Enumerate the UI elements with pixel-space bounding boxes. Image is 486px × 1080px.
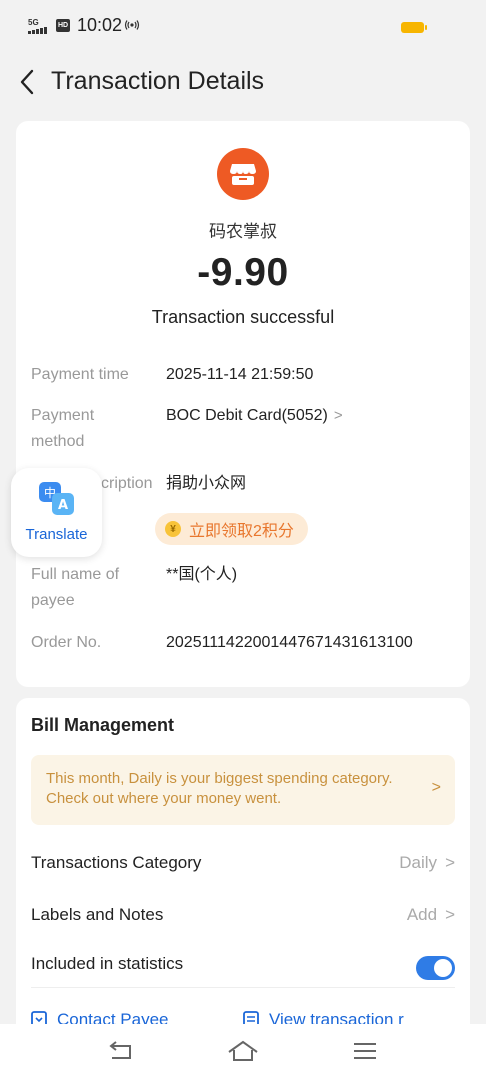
payment-method-label: Payment method	[31, 407, 95, 450]
claim-points-button[interactable]: ¥ 立即领取2积分	[155, 513, 308, 545]
chevron-right-icon: >	[333, 407, 343, 424]
payment-method-value[interactable]: BOC Debit Card(5052) >	[166, 403, 343, 429]
transaction-status: Transaction successful	[151, 307, 335, 327]
transactions-category-row[interactable]: Transactions Category Daily >	[31, 843, 455, 883]
order-no-label: Order No.	[31, 634, 102, 651]
payment-time-label: Payment time	[31, 366, 129, 383]
divider	[31, 987, 455, 988]
bill-management-title: Bill Management	[31, 715, 175, 735]
translate-label: Translate	[25, 526, 88, 543]
network-type: 5G	[28, 18, 39, 27]
translate-icon: 中 A	[39, 482, 74, 515]
chevron-right-icon: >	[431, 779, 441, 796]
payment-method-text: BOC Debit Card(5052)	[166, 407, 328, 424]
svg-text:A: A	[58, 498, 68, 513]
transaction-amount: -9.90	[197, 251, 289, 294]
translate-button[interactable]: 中 A Translate	[11, 468, 102, 557]
nfc-icon	[124, 19, 140, 34]
page-title: Transaction Details	[51, 67, 265, 95]
claim-points-label: 立即领取2积分	[189, 523, 294, 540]
payee-name-value: **国(个人)	[166, 566, 238, 583]
statistics-toggle[interactable]	[416, 956, 455, 980]
statistics-label: Included in statistics	[31, 954, 184, 973]
home-nav-button[interactable]	[227, 1038, 259, 1064]
labels-notes-row[interactable]: Labels and Notes Add >	[31, 895, 455, 935]
back-nav-icon	[109, 1041, 131, 1059]
transaction-card: 码农掌叔 -9.90 Transaction successful Paymen…	[16, 121, 470, 687]
banner-text: This month, Daily is your biggest spendi…	[46, 770, 393, 807]
store-icon	[217, 148, 269, 200]
transactions-category-value: Daily >	[399, 853, 455, 872]
description-value: 捐助小众网	[166, 475, 247, 492]
clock: 10:02	[77, 15, 123, 35]
payment-time-value: 2025-11-14 21:59:50	[166, 366, 314, 383]
description-label: cription	[101, 475, 153, 492]
chevron-left-icon	[20, 69, 34, 95]
system-nav-bar	[0, 1024, 486, 1080]
header: Transaction Details	[0, 56, 486, 110]
hd-icon: HD	[56, 19, 70, 32]
signal-icon: 5G	[28, 18, 50, 34]
spending-insight-banner[interactable]: This month, Daily is your biggest spendi…	[31, 755, 455, 825]
back-button[interactable]	[14, 66, 40, 98]
labels-notes-value: Add >	[406, 905, 455, 924]
home-nav-icon	[228, 1040, 258, 1061]
status-bar: 5G HD 10:02	[0, 0, 486, 56]
labels-notes-label: Labels and Notes	[31, 905, 164, 924]
bill-management-card: Bill Management This month, Daily is you…	[16, 698, 470, 1038]
order-no-value: 2025111422001447671431613100	[166, 634, 413, 651]
battery-icon	[401, 22, 427, 33]
statistics-row: Included in statistics	[31, 944, 455, 984]
menu-nav-button[interactable]	[349, 1038, 381, 1064]
menu-nav-icon	[354, 1043, 376, 1059]
coin-icon: ¥	[165, 521, 181, 537]
back-nav-button[interactable]	[106, 1038, 138, 1064]
payee-name-label: Full name of payee	[31, 566, 120, 609]
merchant-name: 码农掌叔	[209, 222, 277, 241]
transactions-category-label: Transactions Category	[31, 853, 202, 872]
